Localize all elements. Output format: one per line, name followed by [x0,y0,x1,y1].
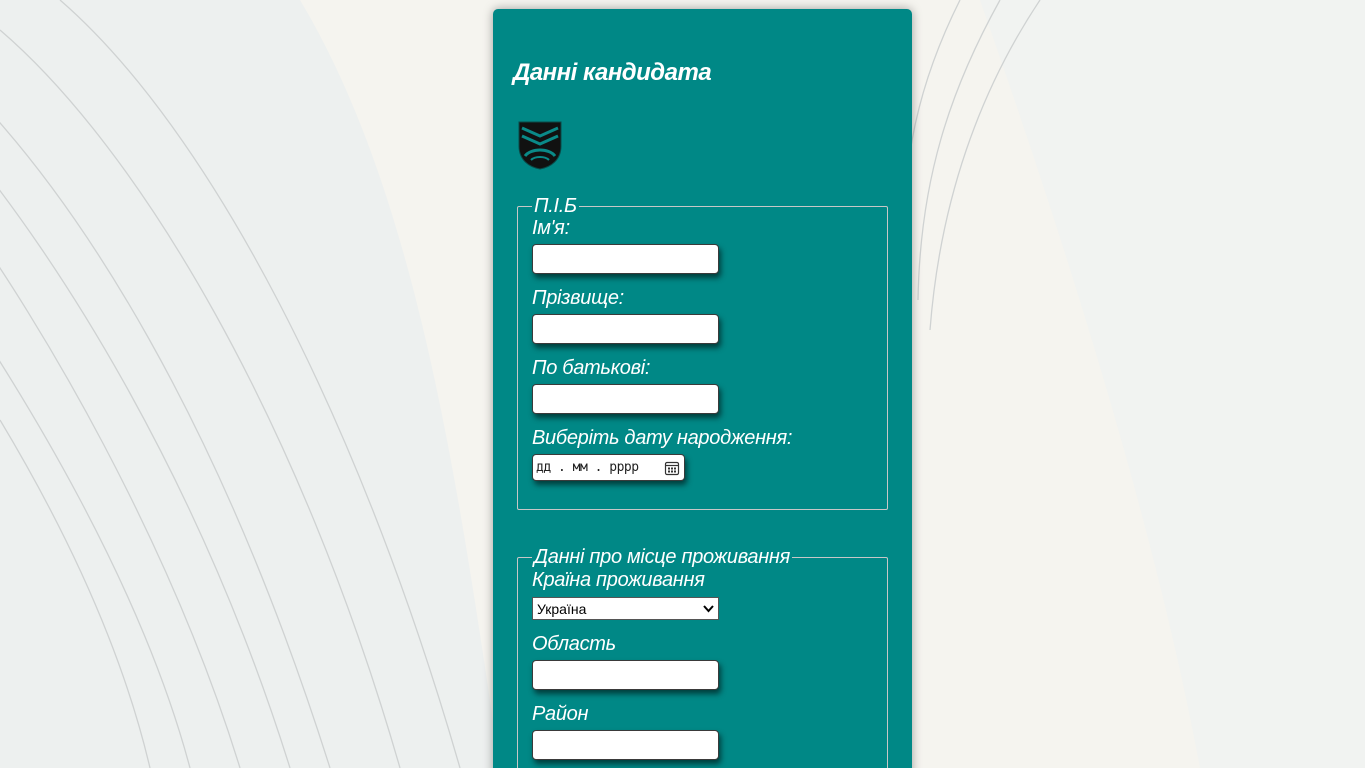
calendar-icon[interactable] [664,460,680,476]
birth-date-placeholder: дд . мм . рррр [536,460,639,475]
country-label: Країна проживання [532,569,705,591]
last-name-label: Прізвище: [532,287,624,309]
region-label: Область [532,633,616,655]
address-legend: Данні про місце проживання [534,546,791,568]
country-select[interactable]: Україна [532,597,719,620]
patronymic-input[interactable] [532,384,719,414]
form-title: Данні кандидата [513,59,712,86]
country-select-value: Україна [537,601,587,617]
birth-date-input[interactable]: дд . мм . рррр [532,454,685,481]
candidate-form-card: Данні кандидата П.І.Б Ім'я: Прізвище: По… [493,9,912,768]
patronymic-label: По батькові: [532,357,651,379]
name-legend: П.І.Б [534,195,577,217]
birth-date-label: Виберіть дату народження: [532,427,793,449]
last-name-input[interactable] [532,314,719,344]
shield-crest-icon [518,121,562,170]
region-input[interactable] [532,660,719,690]
district-input[interactable] [532,730,719,760]
first-name-input[interactable] [532,244,719,274]
chevron-down-icon [703,605,714,613]
district-label: Район [532,703,589,725]
first-name-label: Ім'я: [532,217,570,239]
